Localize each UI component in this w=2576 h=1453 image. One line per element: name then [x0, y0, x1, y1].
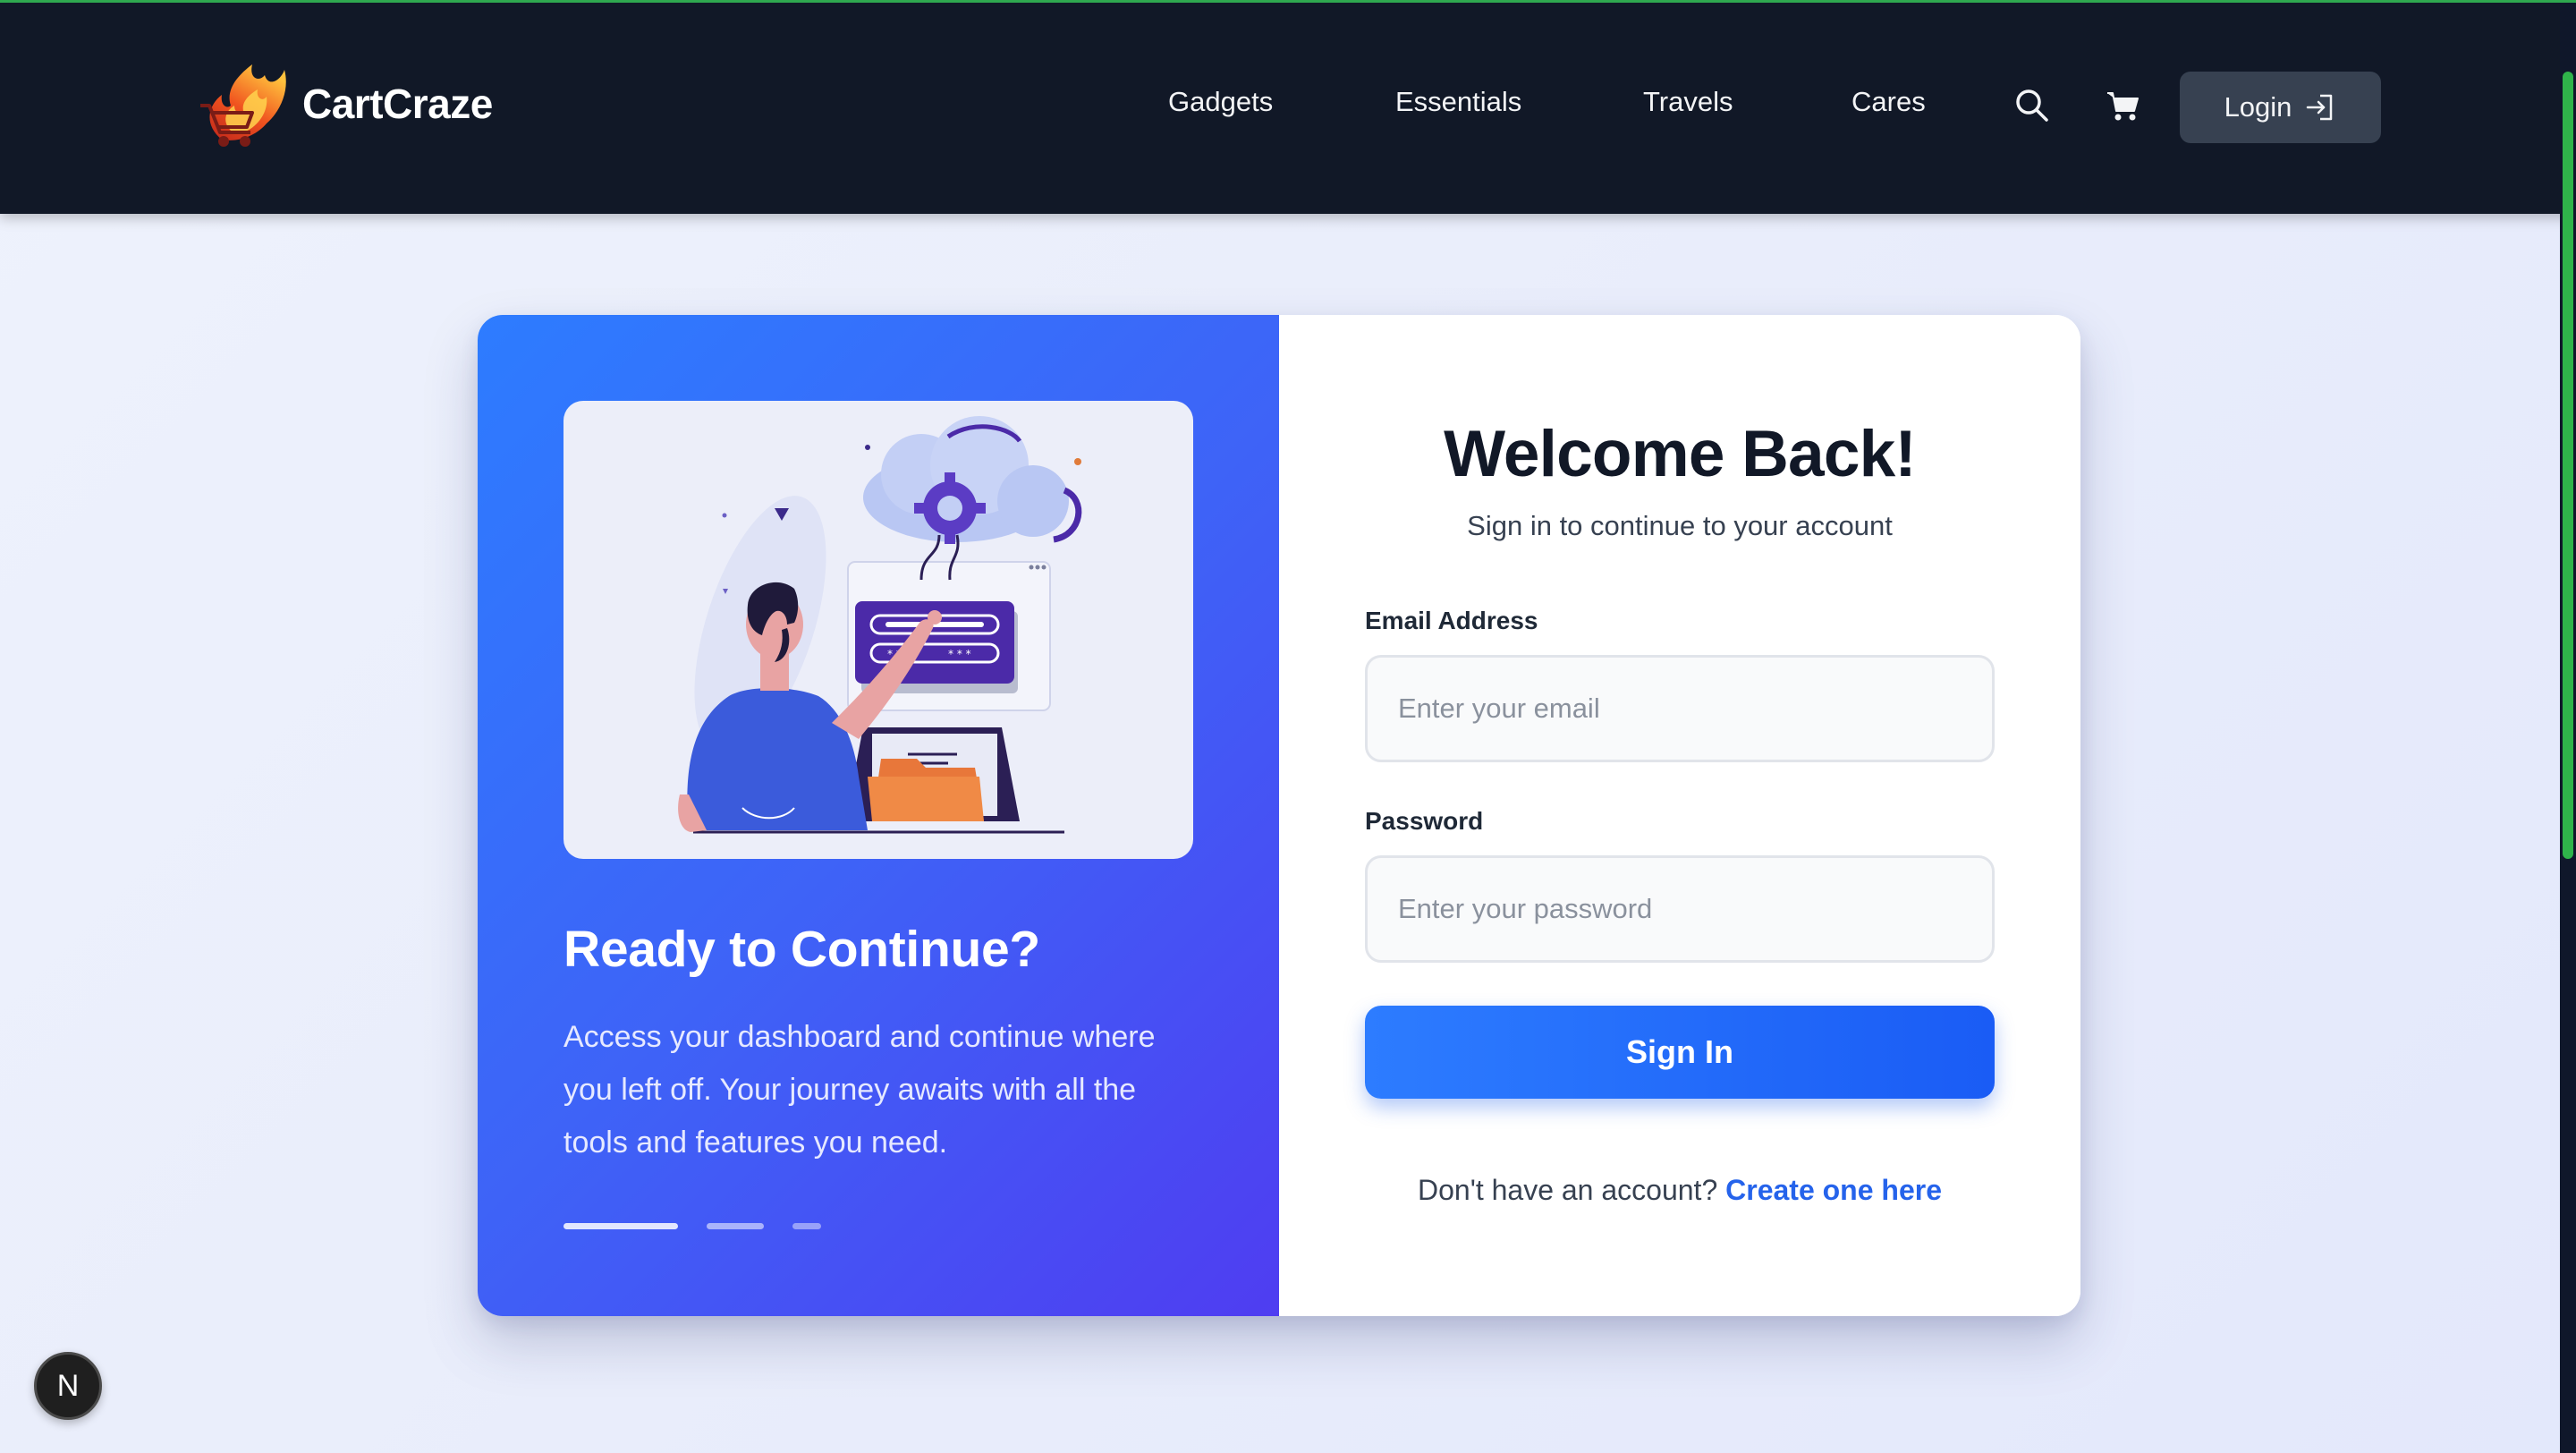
svg-text:* * *: * * *: [948, 648, 971, 660]
scrollbar[interactable]: [2560, 0, 2576, 1453]
hero-panel: * * * * * *: [478, 315, 1279, 1316]
hero-title: Ready to Continue?: [564, 921, 1040, 978]
login-arrow-icon: [2307, 94, 2333, 121]
brand-name: CartCraze: [302, 81, 493, 127]
nav-link-essentials[interactable]: Essentials: [1395, 86, 1521, 118]
create-account-link[interactable]: Create one here: [1725, 1174, 1942, 1206]
signup-prompt: Don't have an account?: [1418, 1174, 1726, 1206]
nav-link-cares[interactable]: Cares: [1852, 86, 1926, 118]
scrollbar-thumb[interactable]: [2563, 72, 2573, 859]
form-title: Welcome Back!: [1444, 418, 1917, 490]
signup-row: Don't have an account? Create one here: [1279, 1174, 2080, 1207]
slide-dot-3[interactable]: [792, 1223, 821, 1229]
top-accent-line: [0, 0, 2576, 3]
hero-illustration: * * * * * *: [564, 401, 1193, 859]
login-label: Login: [2224, 91, 2292, 123]
dev-tools-badge[interactable]: N: [34, 1352, 102, 1420]
nav-link-travels[interactable]: Travels: [1643, 86, 1733, 118]
password-field[interactable]: [1365, 855, 1995, 963]
hero-description: Access your dashboard and continue where…: [564, 1020, 1156, 1160]
top-navbar: CartCraze Gadgets Essentials Travels Car…: [0, 0, 2576, 214]
cart-icon[interactable]: [2106, 88, 2141, 123]
form-subtitle: Sign in to continue to your account: [1467, 510, 1893, 541]
brand-logo-icon: [200, 64, 286, 147]
password-label: Password: [1365, 807, 1484, 835]
sign-in-button[interactable]: Sign In: [1365, 1006, 1995, 1099]
nav-link-gadgets[interactable]: Gadgets: [1168, 86, 1273, 118]
email-field[interactable]: [1365, 655, 1995, 762]
slide-indicator: [564, 1223, 821, 1229]
slide-dot-1[interactable]: [564, 1223, 678, 1229]
login-button[interactable]: Login: [2180, 72, 2381, 143]
brand[interactable]: CartCraze: [195, 54, 493, 154]
page: CartCraze Gadgets Essentials Travels Car…: [0, 0, 2576, 1453]
login-illustration-icon: * * * * * *: [678, 416, 1082, 834]
search-icon[interactable]: [2014, 88, 2050, 123]
slide-dot-2[interactable]: [707, 1223, 764, 1229]
login-card: * * * * * *: [478, 315, 2080, 1316]
email-label: Email Address: [1365, 607, 1538, 634]
signin-form-panel: Welcome Back! Sign in to continue to you…: [1279, 315, 2080, 1316]
